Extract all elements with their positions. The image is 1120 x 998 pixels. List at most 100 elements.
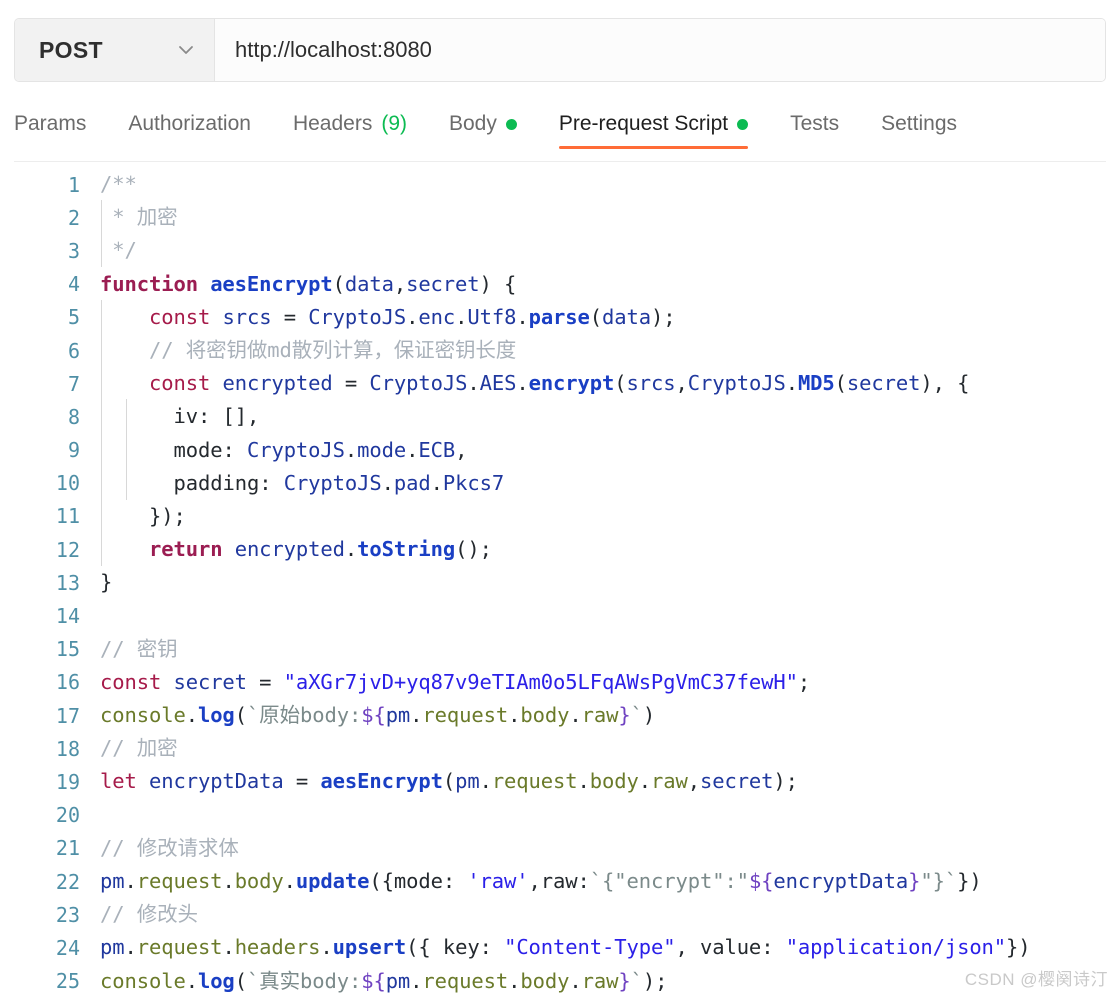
indent-guide xyxy=(101,233,102,268)
tab-headers[interactable]: Headers (9) xyxy=(293,104,407,154)
code-line-text[interactable]: function aesEncrypt(data,secret) { xyxy=(100,268,1106,301)
code-line: 21 // 修改请求体 xyxy=(14,832,1106,865)
code-line-text[interactable]: padding: CryptoJS.pad.Pkcs7 xyxy=(100,465,1106,500)
tab-label: Settings xyxy=(881,112,958,135)
code-line-text[interactable]: /** xyxy=(100,168,1106,201)
line-number: 18 xyxy=(55,736,80,761)
indent-guide xyxy=(125,399,127,434)
code-line-text[interactable]: iv: [], xyxy=(100,399,1106,434)
code-line: 17 console.log(`原始body:${pm.request.body.… xyxy=(14,699,1106,732)
code-line: 16 const secret = "aXGr7jvD+yq87v9eTIAm0o… xyxy=(14,666,1106,699)
tab-authorization[interactable]: Authorization xyxy=(128,104,251,154)
code-line: 3 */ xyxy=(14,233,1106,268)
code-line: 9 mode: CryptoJS.mode.ECB, xyxy=(14,432,1106,467)
line-number: 25 xyxy=(55,969,80,994)
code-line-text[interactable]: // 将密钥做md散列计算，保证密钥长度 xyxy=(100,332,1106,367)
line-number: 11 xyxy=(55,504,80,529)
code-line-text[interactable]: const srcs = CryptoJS.enc.Utf8.parse(dat… xyxy=(100,299,1106,334)
line-number: 16 xyxy=(55,670,80,695)
code-line-text[interactable]: console.log(`原始body:${pm.request.body.ra… xyxy=(100,699,1106,732)
pre-request-script-editor[interactable]: 1/** 2 * 加密 3 */4 function aesEncrypt(data,… xyxy=(14,168,1106,998)
line-number: 10 xyxy=(55,471,80,496)
line-number: 15 xyxy=(55,637,80,662)
tab-settings[interactable]: Settings xyxy=(881,104,957,154)
code-line: 7 const encrypted = CryptoJS.AES.encrypt… xyxy=(14,366,1106,401)
code-line-text[interactable]: * 加密 xyxy=(100,200,1106,235)
line-number: 21 xyxy=(55,836,80,861)
line-number: 12 xyxy=(55,537,80,562)
indent-guide xyxy=(125,432,127,467)
code-line: 4 function aesEncrypt(data,secret) { xyxy=(14,268,1106,301)
chevron-down-icon xyxy=(176,40,196,60)
line-number: 7 xyxy=(67,371,80,396)
code-line-text[interactable]: // 加密 xyxy=(100,732,1106,765)
tab-count-badge: (9) xyxy=(381,112,407,135)
line-number: 24 xyxy=(55,935,80,960)
code-line-text[interactable]: return encrypted.toString(); xyxy=(100,532,1106,567)
tab-params[interactable]: Params xyxy=(14,104,86,154)
tab-label: Body xyxy=(449,112,497,135)
code-line-text[interactable]: console.log(`真实body:${pm.request.body.ra… xyxy=(100,965,1106,998)
code-line-text[interactable]: // 密钥 xyxy=(100,633,1106,666)
csdn-watermark: CSDN @樱阕诗汀 xyxy=(964,970,1108,989)
line-number: 2 xyxy=(67,205,80,230)
code-line: 18 // 加密 xyxy=(14,732,1106,765)
code-line: 20 xyxy=(14,799,1106,832)
code-line: 8 iv: [], xyxy=(14,399,1106,434)
indent-guide xyxy=(101,399,102,434)
code-line: 15 // 密钥 xyxy=(14,633,1106,666)
line-number: 1 xyxy=(67,172,80,197)
line-number: 19 xyxy=(55,769,80,794)
code-line-text[interactable]: pm.request.headers.upsert({ key: "Conten… xyxy=(100,931,1106,964)
indent-guide xyxy=(101,498,102,533)
line-number: 17 xyxy=(55,703,80,728)
line-number: 14 xyxy=(55,604,80,629)
code-line: 25 console.log(`真实body:${pm.request.body.… xyxy=(14,965,1106,998)
code-line: 11 }); xyxy=(14,498,1106,533)
http-method-select[interactable]: POST xyxy=(15,19,215,81)
line-number: 22 xyxy=(55,869,80,894)
code-line-text[interactable]: } xyxy=(100,566,1106,599)
code-line-text[interactable]: pm.request.body.update({mode: 'raw',raw:… xyxy=(100,865,1106,898)
code-line-text[interactable]: }); xyxy=(100,498,1106,533)
code-line-text[interactable]: // 修改请求体 xyxy=(100,832,1106,865)
line-number: 3 xyxy=(67,238,80,263)
tab-status-dot-icon xyxy=(737,118,749,130)
tab-label: Params xyxy=(14,112,87,135)
code-line: 2 * 加密 xyxy=(14,200,1106,235)
tab-pre-request-script[interactable]: Pre-request Script xyxy=(558,104,749,154)
indent-guide xyxy=(101,465,102,500)
code-line: 13} xyxy=(14,566,1106,599)
indent-guide xyxy=(101,200,102,235)
code-line-text[interactable]: const encrypted = CryptoJS.AES.encrypt(s… xyxy=(100,366,1106,401)
code-line-text[interactable]: let encryptData = aesEncrypt(pm.request.… xyxy=(100,765,1106,798)
code-line-text[interactable]: // 修改头 xyxy=(100,898,1106,931)
tab-label: Tests xyxy=(790,112,840,135)
code-line: 24 pm.request.headers.upsert({ key: "Cont… xyxy=(14,931,1106,964)
code-line: 19 let encryptData = aesEncrypt(pm.reques… xyxy=(14,765,1106,798)
indent-guide xyxy=(101,432,102,467)
code-line-text[interactable]: mode: CryptoJS.mode.ECB, xyxy=(100,432,1106,467)
line-number: 4 xyxy=(67,272,80,297)
request-url-bar: POST http://localhost:8080 xyxy=(14,18,1106,82)
line-number: 8 xyxy=(67,404,80,429)
tab-body[interactable]: Body xyxy=(449,104,517,154)
indent-guide xyxy=(125,465,127,500)
code-line-text[interactable]: */ xyxy=(100,233,1106,268)
line-number: 23 xyxy=(55,902,80,927)
request-url-text: http://localhost:8080 xyxy=(235,37,432,62)
code-line: 12 return encrypted.toString(); xyxy=(14,532,1106,567)
line-number: 13 xyxy=(55,570,80,595)
tab-tests[interactable]: Tests xyxy=(790,104,839,154)
request-url-input[interactable]: http://localhost:8080 xyxy=(215,19,1105,81)
line-number: 20 xyxy=(55,803,80,828)
code-line: 6 // 将密钥做md散列计算，保证密钥长度 xyxy=(14,332,1106,367)
code-line: 22 pm.request.body.update({mode: 'raw',ra… xyxy=(14,865,1106,898)
tab-label: Pre-request Script xyxy=(558,112,729,135)
postman-request-pane: POST http://localhost:8080 Params Authori… xyxy=(0,0,1120,998)
indent-guide xyxy=(101,299,102,334)
code-line-text[interactable]: const secret = "aXGr7jvD+yq87v9eTIAm0o5L… xyxy=(100,666,1106,699)
tab-label: Authorization xyxy=(128,112,251,135)
indent-guide xyxy=(101,332,102,367)
request-tab-bar: Params Authorization Headers (9) Body Pre-req… xyxy=(14,104,1106,162)
